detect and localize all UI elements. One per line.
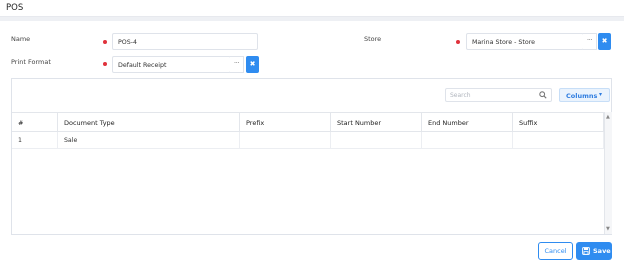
grid-header-row: # Document Type Prefix Start Number End … — [12, 112, 604, 132]
columns-button[interactable]: Columns ▾ — [559, 88, 610, 102]
vertical-scrollbar[interactable]: ▲ ▼ — [604, 112, 612, 234]
print-format-clear-button[interactable]: ✖ — [246, 56, 259, 73]
search-input[interactable] — [450, 91, 538, 100]
cell-end-number[interactable] — [422, 132, 513, 148]
grid-search[interactable] — [445, 88, 552, 102]
search-icon[interactable] — [539, 91, 547, 99]
cell-document-type[interactable]: Sale — [58, 132, 240, 148]
document-grid: Columns ▾ # Document Type Prefix Start N… — [11, 78, 612, 235]
column-header-document-type[interactable]: Document Type — [58, 113, 240, 131]
columns-button-label: Columns — [566, 92, 598, 100]
cell-start-number[interactable] — [331, 132, 422, 148]
table-row[interactable]: 1 Sale — [12, 132, 604, 149]
save-icon — [582, 247, 590, 255]
save-button-label: Save — [593, 247, 611, 255]
column-header-end-number[interactable]: End Number — [422, 113, 513, 131]
column-header-start-number[interactable]: Start Number — [331, 113, 422, 131]
scroll-down-icon[interactable]: ▼ — [606, 226, 610, 232]
store-field[interactable]: Marina Store - Store — [466, 33, 584, 50]
column-header-number[interactable]: # — [12, 113, 58, 131]
print-format-browse-button[interactable]: ··· — [230, 56, 244, 73]
print-format-required-icon — [103, 62, 107, 66]
store-browse-button[interactable]: ··· — [583, 33, 597, 50]
save-button[interactable]: Save — [576, 242, 612, 260]
name-required-icon — [103, 40, 107, 44]
page-title: POS — [6, 3, 24, 13]
column-header-prefix[interactable]: Prefix — [240, 113, 331, 131]
chevron-down-icon: ▾ — [598, 91, 602, 98]
name-label: Name — [11, 35, 31, 43]
store-required-icon — [456, 40, 460, 44]
header-bar: POS — [0, 0, 624, 17]
store-clear-button[interactable]: ✖ — [598, 33, 611, 50]
store-label: Store — [364, 35, 382, 43]
name-field[interactable]: POS-4 — [112, 33, 258, 50]
column-header-suffix[interactable]: Suffix — [513, 113, 604, 131]
print-format-field[interactable]: Default Receipt — [112, 56, 231, 73]
cancel-button[interactable]: Cancel — [538, 242, 573, 260]
header-divider — [0, 17, 624, 21]
print-format-label: Print Format — [11, 58, 51, 66]
scroll-up-icon[interactable]: ▲ — [606, 114, 610, 120]
cell-prefix[interactable] — [240, 132, 331, 148]
cell-suffix[interactable] — [513, 132, 604, 148]
cell-number: 1 — [12, 132, 58, 148]
